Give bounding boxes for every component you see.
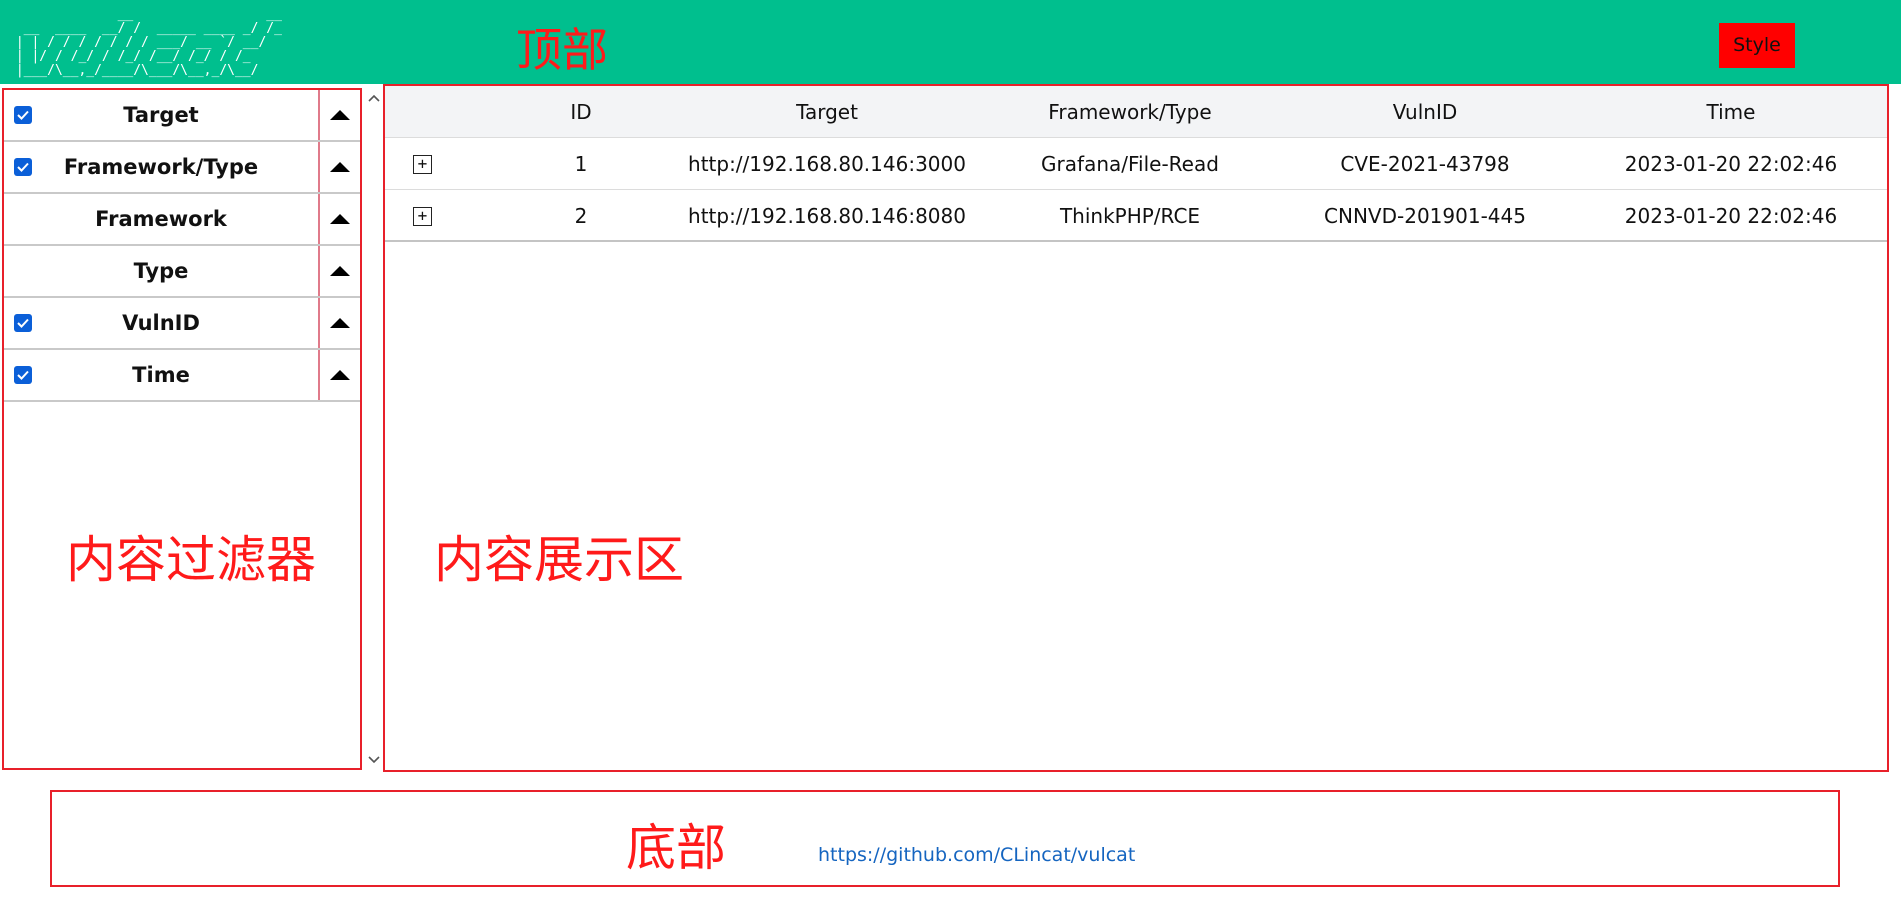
- chevron-up-icon[interactable]: [368, 92, 380, 104]
- filter-row-type: Type: [4, 246, 360, 298]
- sort-button[interactable]: [318, 246, 360, 296]
- filter-row-framework-type: Framework/Type: [4, 142, 360, 194]
- filter-row-time: Time: [4, 350, 360, 402]
- sort-button[interactable]: [318, 298, 360, 348]
- triangle-up-icon: [330, 266, 350, 276]
- filter-label: Target: [123, 103, 199, 127]
- filter-scrollbar[interactable]: [364, 88, 384, 770]
- content-display-panel: ID Target Framework/Type VulnID Time + 1…: [383, 84, 1889, 772]
- cell-target: http://192.168.80.146:3000: [688, 152, 966, 176]
- vulcat-logo: __ __ __ ____ __/ / _____ ____ _/ /_ | |…: [15, 7, 282, 78]
- column-header-id[interactable]: ID: [481, 86, 681, 138]
- column-header-vulnid[interactable]: VulnID: [1275, 86, 1575, 138]
- style-button[interactable]: Style: [1719, 23, 1795, 68]
- cell-time: 2023-01-20 22:02:46: [1624, 152, 1838, 176]
- plus-box-icon[interactable]: +: [413, 155, 432, 174]
- filter-label: Framework: [95, 207, 227, 231]
- filter-row-vulnid: VulnID: [4, 298, 360, 350]
- triangle-up-icon: [330, 110, 350, 120]
- filter-label: Framework/Type: [63, 155, 259, 179]
- filter-label: Type: [133, 259, 189, 283]
- app-footer: [50, 790, 1840, 887]
- filter-row-framework: Framework: [4, 194, 360, 246]
- column-header-target[interactable]: Target: [677, 86, 977, 138]
- sort-button[interactable]: [318, 142, 360, 192]
- cell-framework-type: ThinkPHP/RCE: [1059, 204, 1201, 228]
- cell-vulnid: CVE-2021-43798: [1340, 152, 1510, 176]
- annotation-display: 内容展示区: [434, 531, 684, 589]
- cell-vulnid: CNNVD-201901-445: [1324, 204, 1526, 228]
- filter-label: Time: [132, 363, 190, 387]
- cell-id: 1: [574, 152, 588, 176]
- sort-button[interactable]: [318, 90, 360, 140]
- triangle-up-icon: [330, 214, 350, 224]
- column-header-time[interactable]: Time: [1575, 86, 1887, 138]
- annotation-bottom: 底部: [626, 819, 726, 877]
- annotation-top: 顶部: [516, 23, 608, 77]
- app-header: __ __ __ ____ __/ / _____ ____ _/ /_ | |…: [0, 0, 1901, 84]
- content-filter-panel: Target Framework/Type Framework Type Vul…: [2, 88, 362, 770]
- cell-framework-type: Grafana/File-Read: [1041, 152, 1219, 176]
- plus-box-icon[interactable]: +: [413, 207, 432, 226]
- cell-target: http://192.168.80.146:8080: [688, 204, 966, 228]
- filter-row-target: Target: [4, 90, 360, 142]
- triangle-up-icon: [330, 370, 350, 380]
- github-link[interactable]: https://github.com/CLincat/vulcat: [818, 844, 1135, 866]
- sort-button[interactable]: [318, 350, 360, 400]
- annotation-filter: 内容过滤器: [66, 531, 316, 589]
- cell-time: 2023-01-20 22:02:46: [1624, 204, 1838, 228]
- table-row[interactable]: + 2 http://192.168.80.146:8080 ThinkPHP/…: [385, 190, 1887, 242]
- sort-button[interactable]: [318, 194, 360, 244]
- table-header: ID Target Framework/Type VulnID Time: [385, 86, 1887, 138]
- column-header-framework-type[interactable]: Framework/Type: [985, 86, 1275, 138]
- triangle-up-icon: [330, 162, 350, 172]
- cell-id: 2: [574, 204, 588, 228]
- chevron-down-icon[interactable]: [368, 754, 380, 766]
- table-row[interactable]: + 1 http://192.168.80.146:3000 Grafana/F…: [385, 138, 1887, 190]
- filter-label: VulnID: [122, 311, 200, 335]
- triangle-up-icon: [330, 318, 350, 328]
